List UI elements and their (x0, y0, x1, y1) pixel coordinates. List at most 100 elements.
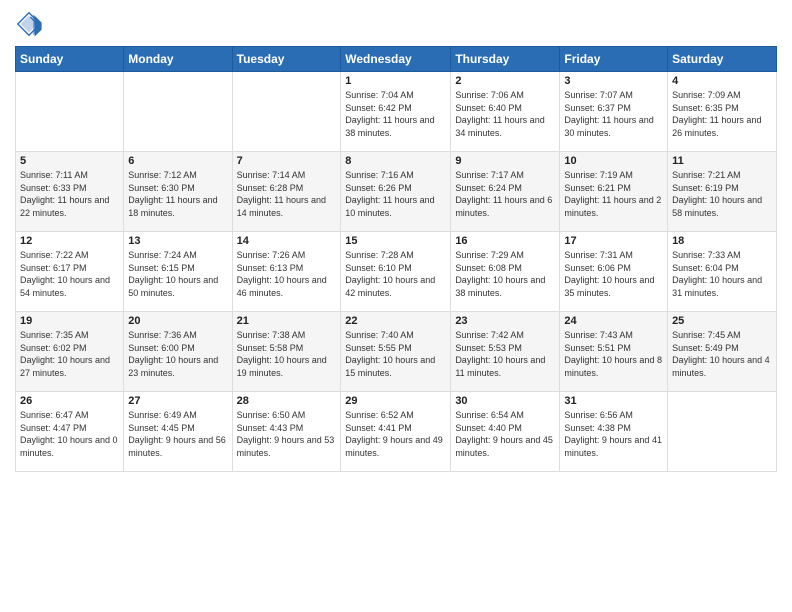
table-row: 18 Sunrise: 7:33 AM Sunset: 6:04 PM Dayli… (668, 232, 777, 312)
day-number: 29 (345, 395, 446, 407)
day-info: Sunrise: 7:36 AM Sunset: 6:00 PM Dayligh… (128, 329, 227, 379)
table-row (16, 72, 124, 152)
day-info: Sunrise: 7:28 AM Sunset: 6:10 PM Dayligh… (345, 249, 446, 299)
day-number: 23 (455, 315, 555, 327)
table-row: 7 Sunrise: 7:14 AM Sunset: 6:28 PM Daylig… (232, 152, 341, 232)
day-info: Sunrise: 6:52 AM Sunset: 4:41 PM Dayligh… (345, 409, 446, 459)
day-info: Sunrise: 7:21 AM Sunset: 6:19 PM Dayligh… (672, 169, 772, 219)
logo-icon (15, 10, 43, 38)
day-number: 18 (672, 235, 772, 247)
day-number: 19 (20, 315, 119, 327)
day-number: 2 (455, 75, 555, 87)
day-info: Sunrise: 7:38 AM Sunset: 5:58 PM Dayligh… (237, 329, 337, 379)
table-row: 5 Sunrise: 7:11 AM Sunset: 6:33 PM Daylig… (16, 152, 124, 232)
day-number: 12 (20, 235, 119, 247)
table-row: 22 Sunrise: 7:40 AM Sunset: 5:55 PM Dayli… (341, 312, 451, 392)
table-row: 20 Sunrise: 7:36 AM Sunset: 6:00 PM Dayli… (124, 312, 232, 392)
table-row: 30 Sunrise: 6:54 AM Sunset: 4:40 PM Dayli… (451, 392, 560, 472)
col-tuesday: Tuesday (232, 47, 341, 72)
day-info: Sunrise: 7:09 AM Sunset: 6:35 PM Dayligh… (672, 89, 772, 139)
day-info: Sunrise: 7:04 AM Sunset: 6:42 PM Dayligh… (345, 89, 446, 139)
table-row: 27Sunrise: 6:49 AM Sunset: 4:45 PM Dayli… (124, 392, 232, 472)
day-info: Sunrise: 6:54 AM Sunset: 4:40 PM Dayligh… (455, 409, 555, 459)
calendar-week-row: 5 Sunrise: 7:11 AM Sunset: 6:33 PM Daylig… (16, 152, 777, 232)
day-number: 1 (345, 75, 446, 87)
table-row: 29 Sunrise: 6:52 AM Sunset: 4:41 PM Dayli… (341, 392, 451, 472)
table-row: 25Sunrise: 7:45 AM Sunset: 5:49 PM Dayli… (668, 312, 777, 392)
day-number: 28 (237, 395, 337, 407)
col-friday: Friday (560, 47, 668, 72)
table-row (124, 72, 232, 152)
day-number: 22 (345, 315, 446, 327)
day-info: Sunrise: 7:12 AM Sunset: 6:30 PM Dayligh… (128, 169, 227, 219)
table-row: 11 Sunrise: 7:21 AM Sunset: 6:19 PM Dayli… (668, 152, 777, 232)
table-row: 13 Sunrise: 7:24 AM Sunset: 6:15 PM Dayli… (124, 232, 232, 312)
table-row: 28Sunrise: 6:50 AM Sunset: 4:43 PM Dayli… (232, 392, 341, 472)
day-info: Sunrise: 7:40 AM Sunset: 5:55 PM Dayligh… (345, 329, 446, 379)
day-number: 21 (237, 315, 337, 327)
day-info: Sunrise: 7:11 AM Sunset: 6:33 PM Dayligh… (20, 169, 119, 219)
table-row: 10 Sunrise: 7:19 AM Sunset: 6:21 PM Dayli… (560, 152, 668, 232)
col-saturday: Saturday (668, 47, 777, 72)
day-info: Sunrise: 7:17 AM Sunset: 6:24 PM Dayligh… (455, 169, 555, 219)
day-info: Sunrise: 6:47 AM Sunset: 4:47 PM Dayligh… (20, 409, 119, 459)
table-row: 1 Sunrise: 7:04 AM Sunset: 6:42 PM Daylig… (341, 72, 451, 152)
table-row: 24 Sunrise: 7:43 AM Sunset: 5:51 PM Dayli… (560, 312, 668, 392)
page: Sunday Monday Tuesday Wednesday Thursday… (0, 0, 792, 612)
day-info: Sunrise: 7:43 AM Sunset: 5:51 PM Dayligh… (564, 329, 663, 379)
day-info: Sunrise: 7:07 AM Sunset: 6:37 PM Dayligh… (564, 89, 663, 139)
day-info: Sunrise: 7:24 AM Sunset: 6:15 PM Dayligh… (128, 249, 227, 299)
header (15, 10, 777, 38)
calendar-week-row: 12 Sunrise: 7:22 AM Sunset: 6:17 PM Dayli… (16, 232, 777, 312)
day-number: 10 (564, 155, 663, 167)
table-row: 23Sunrise: 7:42 AM Sunset: 5:53 PM Dayli… (451, 312, 560, 392)
day-number: 4 (672, 75, 772, 87)
table-row: 9 Sunrise: 7:17 AM Sunset: 6:24 PM Daylig… (451, 152, 560, 232)
day-number: 26 (20, 395, 119, 407)
day-info: Sunrise: 7:26 AM Sunset: 6:13 PM Dayligh… (237, 249, 337, 299)
day-number: 25 (672, 315, 772, 327)
day-info: Sunrise: 7:16 AM Sunset: 6:26 PM Dayligh… (345, 169, 446, 219)
col-wednesday: Wednesday (341, 47, 451, 72)
day-info: Sunrise: 7:06 AM Sunset: 6:40 PM Dayligh… (455, 89, 555, 139)
table-row: 14Sunrise: 7:26 AM Sunset: 6:13 PM Dayli… (232, 232, 341, 312)
day-number: 15 (345, 235, 446, 247)
day-number: 6 (128, 155, 227, 167)
table-row: 21 Sunrise: 7:38 AM Sunset: 5:58 PM Dayli… (232, 312, 341, 392)
day-info: Sunrise: 7:19 AM Sunset: 6:21 PM Dayligh… (564, 169, 663, 219)
day-number: 17 (564, 235, 663, 247)
day-info: Sunrise: 6:56 AM Sunset: 4:38 PM Dayligh… (564, 409, 663, 459)
day-number: 11 (672, 155, 772, 167)
day-info: Sunrise: 7:35 AM Sunset: 6:02 PM Dayligh… (20, 329, 119, 379)
logo (15, 10, 47, 38)
table-row (232, 72, 341, 152)
day-info: Sunrise: 7:33 AM Sunset: 6:04 PM Dayligh… (672, 249, 772, 299)
table-row: 17Sunrise: 7:31 AM Sunset: 6:06 PM Dayli… (560, 232, 668, 312)
table-row (668, 392, 777, 472)
day-number: 24 (564, 315, 663, 327)
day-number: 13 (128, 235, 227, 247)
day-info: Sunrise: 7:22 AM Sunset: 6:17 PM Dayligh… (20, 249, 119, 299)
table-row: 12 Sunrise: 7:22 AM Sunset: 6:17 PM Dayli… (16, 232, 124, 312)
col-thursday: Thursday (451, 47, 560, 72)
day-number: 20 (128, 315, 227, 327)
day-number: 7 (237, 155, 337, 167)
calendar-week-row: 1 Sunrise: 7:04 AM Sunset: 6:42 PM Daylig… (16, 72, 777, 152)
day-info: Sunrise: 7:14 AM Sunset: 6:28 PM Dayligh… (237, 169, 337, 219)
day-number: 3 (564, 75, 663, 87)
day-number: 9 (455, 155, 555, 167)
table-row: 2 Sunrise: 7:06 AM Sunset: 6:40 PM Daylig… (451, 72, 560, 152)
day-number: 5 (20, 155, 119, 167)
table-row: 16Sunrise: 7:29 AM Sunset: 6:08 PM Dayli… (451, 232, 560, 312)
table-row: 4 Sunrise: 7:09 AM Sunset: 6:35 PM Daylig… (668, 72, 777, 152)
day-number: 31 (564, 395, 663, 407)
table-row: 15 Sunrise: 7:28 AM Sunset: 6:10 PM Dayli… (341, 232, 451, 312)
table-row: 19 Sunrise: 7:35 AM Sunset: 6:02 PM Dayli… (16, 312, 124, 392)
col-monday: Monday (124, 47, 232, 72)
table-row: 31 Sunrise: 6:56 AM Sunset: 4:38 PM Dayli… (560, 392, 668, 472)
table-row: 3 Sunrise: 7:07 AM Sunset: 6:37 PM Daylig… (560, 72, 668, 152)
calendar-week-row: 19 Sunrise: 7:35 AM Sunset: 6:02 PM Dayli… (16, 312, 777, 392)
calendar-week-row: 26 Sunrise: 6:47 AM Sunset: 4:47 PM Dayli… (16, 392, 777, 472)
calendar-header-row: Sunday Monday Tuesday Wednesday Thursday… (16, 47, 777, 72)
day-number: 30 (455, 395, 555, 407)
